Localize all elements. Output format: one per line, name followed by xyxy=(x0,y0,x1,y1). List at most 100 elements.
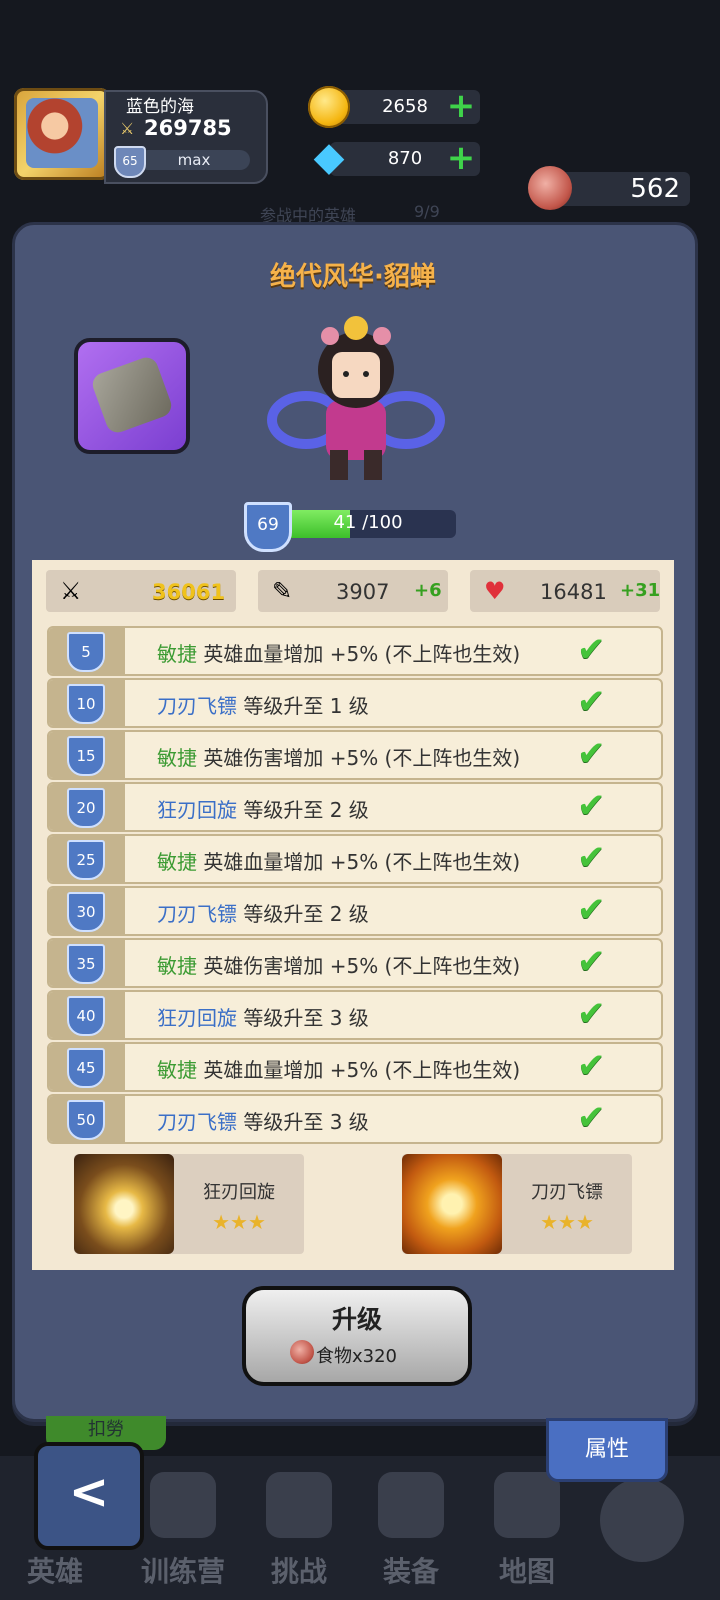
hp-stat: ♥ 16481 +31 xyxy=(470,570,660,612)
armor-icon xyxy=(378,1472,444,1538)
milestone-keyword: 敏捷 xyxy=(157,746,197,770)
milestone-row: 30 刀刃飞镖 等级升至 2 级 ✔ xyxy=(47,886,663,936)
hero-sprite xyxy=(267,316,445,480)
meat-icon xyxy=(528,166,572,210)
milestone-row: 40 狂刃回旋 等级升至 3 级 ✔ xyxy=(47,990,663,1040)
defense-value: 3907 xyxy=(336,580,390,604)
player-power: 269785 xyxy=(144,116,232,140)
milestone-keyword: 敏捷 xyxy=(157,954,197,978)
checkmark-icon: ✔ xyxy=(577,942,606,982)
milestone-desc: 等级升至 2 级 xyxy=(243,902,369,926)
meat-icon xyxy=(290,1340,314,1364)
milestone-level-cell: 25 xyxy=(49,836,125,882)
player-avatar[interactable] xyxy=(14,88,110,180)
checkmark-icon: ✔ xyxy=(577,1098,606,1138)
milestone-text: 狂刃回旋 等级升至 2 级 xyxy=(157,794,369,823)
add-gem-button[interactable]: + xyxy=(444,141,478,176)
map-icon xyxy=(494,1472,560,1538)
milestone-level-cell: 30 xyxy=(49,888,125,934)
milestone-level-cell: 40 xyxy=(49,992,125,1038)
milestone-row: 20 狂刃回旋 等级升至 2 级 ✔ xyxy=(47,782,663,832)
milestone-level-cell: 35 xyxy=(49,940,125,986)
level-shield-icon: 35 xyxy=(67,944,105,984)
milestone-keyword: 刀刃飞镖 xyxy=(157,694,237,718)
milestone-level-cell: 45 xyxy=(49,1044,125,1090)
milestone-keyword: 敏捷 xyxy=(157,642,197,666)
gold-coin-icon xyxy=(308,86,350,128)
attributes-button[interactable]: 属性 xyxy=(546,1418,668,1482)
diamond-icon: ◆ xyxy=(313,134,345,180)
avatar-portrait xyxy=(26,98,98,168)
checkmark-icon: ✔ xyxy=(577,682,606,722)
milestone-row: 10 刀刃飞镖 等级升至 1 级 ✔ xyxy=(47,678,663,728)
player-level-badge: 65 xyxy=(114,146,146,178)
dart-icon: ✎ xyxy=(272,577,293,605)
hp-value: 16481 xyxy=(540,580,607,604)
target-icon xyxy=(150,1472,216,1538)
milestone-level-cell: 50 xyxy=(49,1096,125,1142)
milestone-keyword: 狂刃回旋 xyxy=(157,798,237,822)
level-shield-icon: 40 xyxy=(67,996,105,1036)
milestone-text: 刀刃飞镖 等级升至 1 级 xyxy=(157,690,369,719)
attack-value: 36061 xyxy=(152,580,226,604)
player-name: 蓝色的海 xyxy=(126,97,194,117)
add-gold-button[interactable]: + xyxy=(444,89,478,124)
swords-icon: ⚔ xyxy=(60,577,82,605)
upgrade-button[interactable]: 升级 食物x320 xyxy=(242,1286,472,1386)
checkmark-icon: ✔ xyxy=(577,630,606,670)
milestone-row: 25 敏捷 英雄血量增加 +5% (不上阵也生效) ✔ xyxy=(47,834,663,884)
milestone-desc: 等级升至 1 级 xyxy=(243,694,369,718)
milestone-level-cell: 10 xyxy=(49,680,125,726)
milestone-text: 敏捷 英雄血量增加 +5% (不上阵也生效) xyxy=(157,638,520,667)
checkmark-icon: ✔ xyxy=(577,838,606,878)
milestone-row: 35 敏捷 英雄伤害增加 +5% (不上阵也生效) ✔ xyxy=(47,938,663,988)
defense-stat: ✎ 3907 +6 xyxy=(258,570,448,612)
skill-card-blade-spin[interactable]: 狂刃回旋 ★★★ xyxy=(74,1154,304,1254)
skill-stars: ★★★ xyxy=(212,1210,266,1234)
milestone-text: 刀刃飞镖 等级升至 2 级 xyxy=(157,898,369,927)
player-exp-bar: max xyxy=(138,150,250,170)
defense-bonus: +6 xyxy=(414,580,442,601)
level-shield-icon: 10 xyxy=(67,684,105,724)
nav-map[interactable]: 地图 xyxy=(472,1470,582,1590)
nav-challenge[interactable]: 挑战 xyxy=(244,1470,354,1590)
dart-weapon-icon xyxy=(89,354,175,436)
nav-training[interactable]: 训练营 xyxy=(128,1470,238,1590)
milestone-text: 敏捷 英雄伤害增加 +5% (不上阵也生效) xyxy=(157,950,520,979)
blade-dart-skill-icon xyxy=(402,1154,502,1254)
milestone-keyword: 敏捷 xyxy=(157,1058,197,1082)
upgrade-cost: 食物x320 xyxy=(316,1346,398,1367)
milestone-desc: 英雄伤害增加 +5% (不上阵也生效) xyxy=(203,746,521,770)
milestone-row: 5 敏捷 英雄血量增加 +5% (不上阵也生效) ✔ xyxy=(47,626,663,676)
milestone-row: 15 敏捷 英雄伤害增加 +5% (不上阵也生效) ✔ xyxy=(47,730,663,780)
milestone-text: 狂刃回旋 等级升至 3 级 xyxy=(157,1002,369,1031)
milestone-level-cell: 20 xyxy=(49,784,125,830)
lock-icon[interactable] xyxy=(600,1478,684,1562)
milestone-keyword: 刀刃飞镖 xyxy=(157,1110,237,1134)
skill-card-blade-dart[interactable]: 刀刃飞镖 ★★★ xyxy=(402,1154,632,1254)
milestone-keyword: 刀刃飞镖 xyxy=(157,902,237,926)
skill-stars: ★★★ xyxy=(540,1210,594,1234)
weapon-card[interactable] xyxy=(74,338,190,454)
nav-label: 装备 xyxy=(382,1555,439,1588)
milestone-text: 敏捷 英雄伤害增加 +5% (不上阵也生效) xyxy=(157,742,520,771)
checkmark-icon: ✔ xyxy=(577,890,606,930)
milestone-text: 敏捷 英雄血量增加 +5% (不上阵也生效) xyxy=(157,1054,520,1083)
level-shield-icon: 50 xyxy=(67,1100,105,1140)
level-shield-icon: 5 xyxy=(67,632,105,672)
milestone-desc: 英雄血量增加 +5% (不上阵也生效) xyxy=(203,1058,521,1082)
milestone-keyword: 狂刃回旋 xyxy=(157,1006,237,1030)
milestone-desc: 等级升至 3 级 xyxy=(243,1110,369,1134)
nav-equipment[interactable]: 装备 xyxy=(356,1470,466,1590)
upgrade-label: 升级 xyxy=(331,1305,382,1334)
bg-heroes-count: 9/9 xyxy=(414,202,440,221)
milestone-row: 50 刀刃飞镖 等级升至 3 级 ✔ xyxy=(47,1094,663,1144)
level-shield-icon: 15 xyxy=(67,736,105,776)
milestone-text: 敏捷 英雄血量增加 +5% (不上阵也生效) xyxy=(157,846,520,875)
nav-label: 训练营 xyxy=(140,1555,225,1588)
milestone-desc: 英雄血量增加 +5% (不上阵也生效) xyxy=(203,850,521,874)
nav-label: 地图 xyxy=(498,1555,555,1588)
swords-icon: ⚔ xyxy=(120,119,135,138)
back-button[interactable]: < xyxy=(34,1442,144,1550)
heart-icon: ♥ xyxy=(484,577,506,605)
